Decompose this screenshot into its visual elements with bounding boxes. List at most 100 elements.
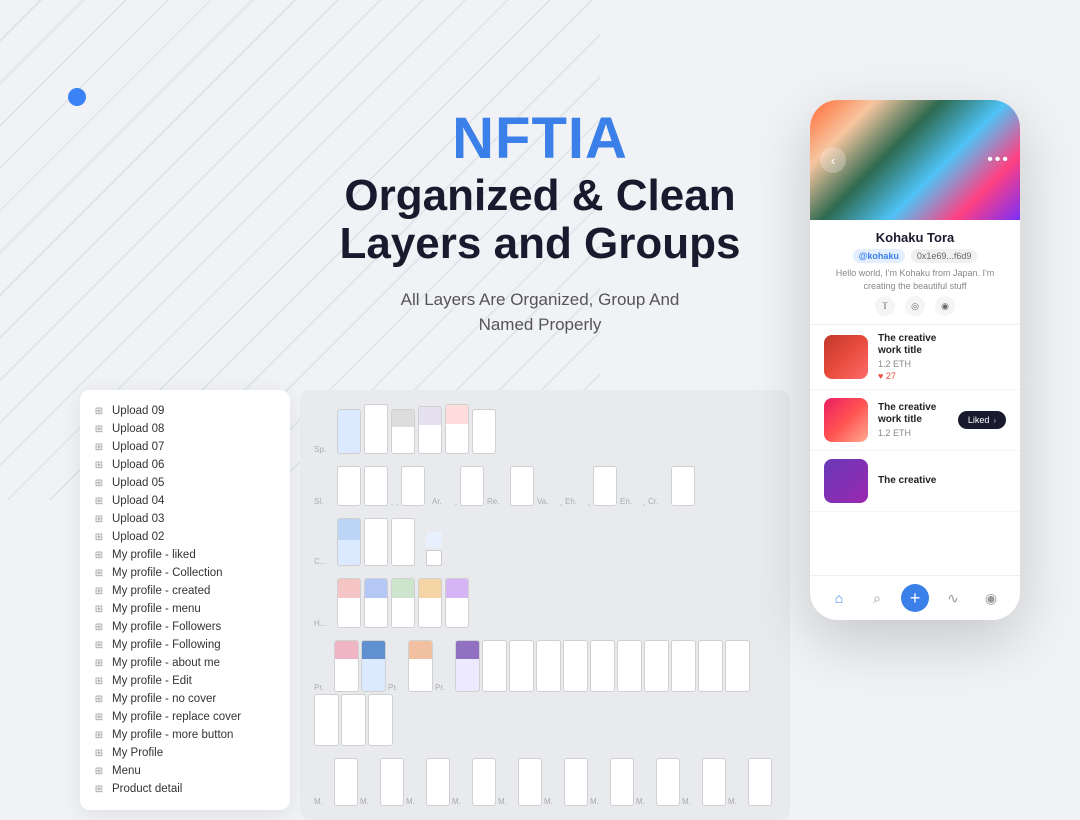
search-icon: ⌕ [873, 590, 881, 607]
list-item[interactable]: ⊞ My profile - liked [80, 546, 290, 564]
instagram-icon[interactable]: ◎ [905, 296, 925, 316]
collection-screens-row: C... [314, 518, 776, 566]
nft-thumbnail [824, 335, 868, 379]
mini-screen [472, 758, 496, 806]
layers-panel: ⊞ Upload 09 ⊞ Upload 08 ⊞ Upload 07 ⊞ Up… [80, 390, 290, 810]
list-item[interactable]: ⊞ My profile - Followers [80, 618, 290, 636]
mini-screen [391, 409, 415, 454]
mini-screen [396, 504, 398, 506]
mini-screen [455, 640, 480, 692]
list-item[interactable]: ⊞ Product detail [80, 780, 290, 798]
grid-icon: ⊞ [94, 712, 104, 722]
mini-screen [361, 640, 386, 692]
list-item[interactable]: ⊞ Upload 08 [80, 420, 290, 438]
mini-screen [482, 640, 507, 692]
nft-price: 1.2 ETH [878, 359, 1006, 369]
grid-icon: ⊞ [94, 532, 104, 542]
hero-section: NFTIA Organized & Clean Layers and Group… [290, 110, 790, 338]
activity-icon: ∿ [947, 590, 959, 607]
profile-many-screens-row: Pr. Pr. Pr. [314, 640, 776, 746]
mini-screen [426, 758, 450, 806]
twitter-icon[interactable]: 𝕋 [875, 296, 895, 316]
list-item[interactable]: ⊞ Upload 09 [80, 402, 290, 420]
list-item[interactable]: ⊞ My profile - more button [80, 726, 290, 744]
layer-label: Upload 02 [112, 531, 164, 543]
list-item[interactable]: ⊞ Upload 02 [80, 528, 290, 546]
profile-icon: ◉ [985, 590, 997, 607]
profile-nav-button[interactable]: ◉ [977, 584, 1005, 612]
mini-screen [509, 640, 534, 692]
list-item[interactable]: ⊞ My profile - Collection [80, 564, 290, 582]
list-item[interactable]: ⊞ Upload 07 [80, 438, 290, 456]
liked-button[interactable]: Liked › [958, 411, 1006, 429]
more-options-button[interactable]: ••• [987, 151, 1010, 169]
layer-label: My profile - menu [112, 603, 201, 615]
layer-label: My profile - Followers [112, 621, 221, 633]
mini-screen [334, 640, 359, 692]
back-button[interactable]: ‹ [820, 147, 846, 173]
list-item[interactable]: ⊞ My profile - created [80, 582, 290, 600]
list-item[interactable]: ⊞ Upload 03 [80, 510, 290, 528]
layer-label: Upload 03 [112, 513, 164, 525]
mini-screen [748, 758, 772, 806]
grid-icon: ⊞ [94, 784, 104, 794]
list-item[interactable]: ⊞ Upload 05 [80, 474, 290, 492]
mini-screen [725, 640, 750, 692]
nft-item[interactable]: The creative [810, 451, 1020, 512]
nft-item[interactable]: The creativework title 1.2 ETH ♥ 27 [810, 325, 1020, 390]
nft-thumbnail [824, 459, 868, 503]
profile-name: Kohaku Tora [824, 230, 1006, 245]
mini-screen [563, 640, 588, 692]
layer-label: My profile - more button [112, 729, 233, 741]
hero-desc-line2: Named Properly [479, 315, 602, 334]
list-item[interactable]: ⊞ Upload 06 [80, 456, 290, 474]
mini-screen [391, 578, 415, 628]
wallet-badge: 0x1e69...f6d9 [911, 249, 978, 263]
list-item[interactable]: ⊞ My profile - about me [80, 654, 290, 672]
list-item[interactable]: ⊞ My profile - Following [80, 636, 290, 654]
home-nav-button[interactable]: ⌂ [825, 584, 853, 612]
grid-icon: ⊞ [94, 514, 104, 524]
grid-icon: ⊞ [94, 496, 104, 506]
phone-mockup: ‹ ••• Kohaku Tora @kohaku 0x1e69...f6d9 … [810, 100, 1020, 620]
pinterest-icon[interactable]: ◉ [935, 296, 955, 316]
mini-screen [702, 758, 726, 806]
grid-icon: ⊞ [94, 604, 104, 614]
canvas-area: Sp. Sl. [300, 390, 790, 820]
mini-screen [518, 758, 542, 806]
mini-screen [418, 578, 442, 628]
activity-nav-button[interactable]: ∿ [939, 584, 967, 612]
blue-dot-decoration [68, 88, 86, 106]
layer-label: My profile - about me [112, 657, 220, 669]
list-item[interactable]: ⊞ Menu [80, 762, 290, 780]
profile-bio: Hello world, I'm Kohaku from Japan. I'm … [824, 267, 1006, 292]
mini-screen [656, 758, 680, 806]
nft-item[interactable]: The creativework title 1.2 ETH Liked › [810, 390, 1020, 451]
search-nav-button[interactable]: ⌕ [863, 584, 891, 612]
mini-screen [560, 504, 562, 506]
mini-screen [380, 758, 404, 806]
list-item[interactable]: ⊞ My profile - replace cover [80, 708, 290, 726]
nft-info: The creativework title 1.2 ETH ♥ 27 [878, 333, 1006, 381]
upload-screens-row: Sp. [314, 404, 776, 454]
add-nav-button[interactable]: + [901, 584, 929, 612]
list-item[interactable]: ⊞ My profile - no cover [80, 690, 290, 708]
layer-label: My profile - liked [112, 549, 196, 561]
mini-screen [610, 758, 634, 806]
mini-screen [314, 694, 339, 746]
list-item[interactable]: ⊞ My profile - Edit [80, 672, 290, 690]
list-item[interactable]: ⊞ My Profile [80, 744, 290, 762]
mini-screen [341, 694, 366, 746]
nft-info: The creativework title 1.2 ETH [878, 402, 948, 438]
hero-subtitle: Organized & Clean Layers and Groups [290, 172, 790, 269]
list-item[interactable]: ⊞ My profile - menu [80, 600, 290, 618]
layer-label: Upload 07 [112, 441, 164, 453]
grid-icon: ⊞ [94, 658, 104, 668]
grid-icon: ⊞ [94, 694, 104, 704]
list-item[interactable]: ⊞ Upload 04 [80, 492, 290, 510]
hero-subtitle-line1: Organized & Clean [344, 171, 735, 220]
layer-label: Product detail [112, 783, 182, 795]
liked-label: Liked [968, 415, 990, 425]
mini-screen [337, 409, 361, 454]
layer-label: Upload 04 [112, 495, 164, 507]
